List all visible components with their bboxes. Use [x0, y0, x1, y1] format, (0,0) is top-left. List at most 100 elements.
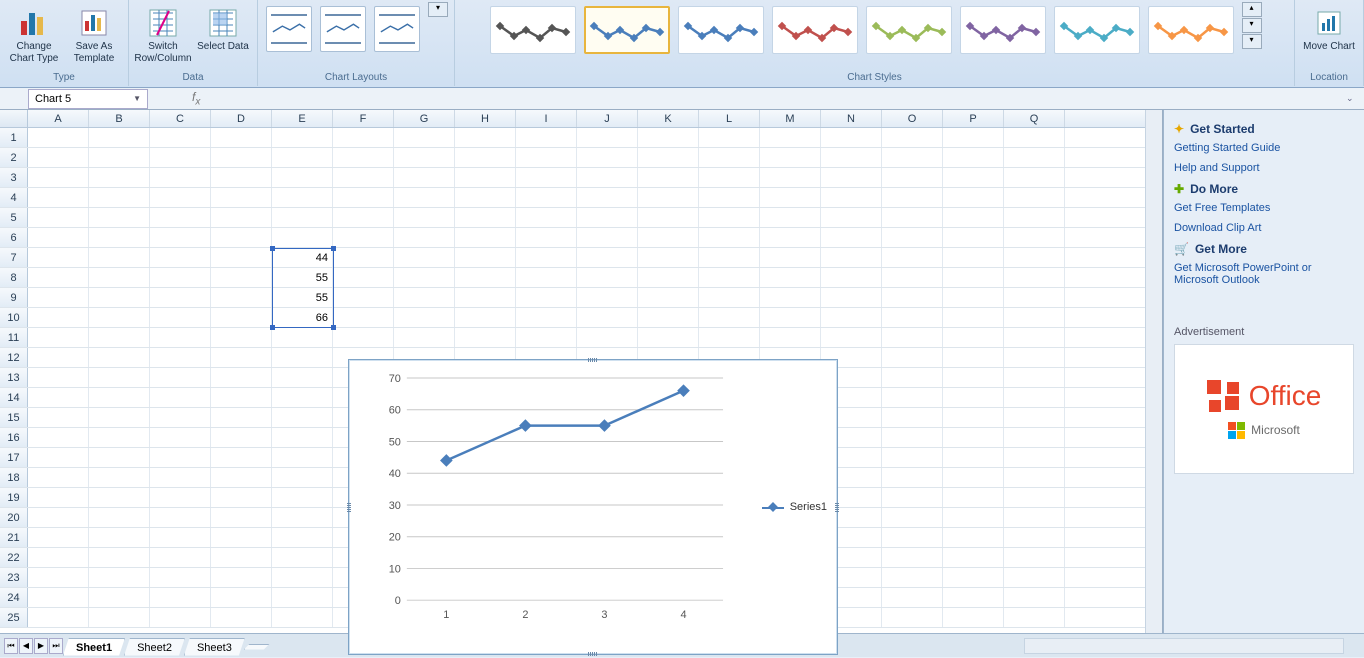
cell[interactable]: [943, 188, 1004, 207]
cell[interactable]: [821, 208, 882, 227]
cell[interactable]: [638, 288, 699, 307]
cell[interactable]: [882, 528, 943, 547]
cell[interactable]: [89, 308, 150, 327]
cell[interactable]: [455, 188, 516, 207]
cell[interactable]: [516, 128, 577, 147]
chart-layout-option[interactable]: [320, 6, 366, 52]
cell[interactable]: [455, 328, 516, 347]
taskpane-link[interactable]: Get Free Templates: [1174, 202, 1354, 214]
cell[interactable]: [394, 308, 455, 327]
styles-scroll-up[interactable]: ▴: [1242, 2, 1262, 17]
cell[interactable]: [333, 268, 394, 287]
cell[interactable]: [943, 348, 1004, 367]
cell[interactable]: [760, 208, 821, 227]
cell[interactable]: [882, 488, 943, 507]
cell[interactable]: [211, 128, 272, 147]
cell[interactable]: [455, 128, 516, 147]
cell[interactable]: [28, 128, 89, 147]
cell[interactable]: [89, 568, 150, 587]
cell[interactable]: [638, 148, 699, 167]
cell[interactable]: [821, 268, 882, 287]
cell[interactable]: [211, 308, 272, 327]
cell[interactable]: [1004, 208, 1065, 227]
cell[interactable]: [211, 368, 272, 387]
cell[interactable]: [516, 208, 577, 227]
sheet-tab[interactable]: Sheet1: [63, 638, 125, 656]
cell[interactable]: [516, 188, 577, 207]
row-header[interactable]: 25: [0, 608, 28, 627]
cell[interactable]: [272, 168, 333, 187]
cell[interactable]: [1004, 348, 1065, 367]
cell[interactable]: [943, 148, 1004, 167]
cell[interactable]: [821, 248, 882, 267]
cell[interactable]: [28, 308, 89, 327]
cell[interactable]: 55: [272, 288, 333, 307]
cell[interactable]: [28, 388, 89, 407]
cell[interactable]: [272, 128, 333, 147]
cell[interactable]: 55: [272, 268, 333, 287]
cell[interactable]: [882, 288, 943, 307]
save-as-template-button[interactable]: Save As Template: [66, 2, 122, 68]
cell[interactable]: [943, 128, 1004, 147]
cell[interactable]: [1004, 448, 1065, 467]
cell[interactable]: [882, 248, 943, 267]
cell[interactable]: [821, 148, 882, 167]
cell[interactable]: [943, 308, 1004, 327]
cell[interactable]: [699, 248, 760, 267]
chart-style-option[interactable]: [584, 6, 670, 54]
cell[interactable]: [943, 368, 1004, 387]
move-chart-button[interactable]: Move Chart: [1301, 2, 1357, 68]
cell[interactable]: [150, 148, 211, 167]
cell[interactable]: [516, 168, 577, 187]
row-header[interactable]: 22: [0, 548, 28, 567]
cell[interactable]: [455, 288, 516, 307]
cell[interactable]: [150, 608, 211, 627]
cell[interactable]: [211, 188, 272, 207]
cell[interactable]: [272, 368, 333, 387]
cell[interactable]: [1004, 408, 1065, 427]
cell[interactable]: [1004, 488, 1065, 507]
cell[interactable]: [516, 148, 577, 167]
cell[interactable]: [882, 348, 943, 367]
cell[interactable]: [882, 188, 943, 207]
cell[interactable]: [89, 588, 150, 607]
cell[interactable]: [89, 268, 150, 287]
cell[interactable]: [1004, 268, 1065, 287]
cell[interactable]: [333, 248, 394, 267]
cell[interactable]: [1004, 228, 1065, 247]
row-header[interactable]: 12: [0, 348, 28, 367]
cell[interactable]: [882, 588, 943, 607]
cell[interactable]: [638, 328, 699, 347]
cell[interactable]: [882, 268, 943, 287]
cell[interactable]: [211, 568, 272, 587]
change-chart-type-button[interactable]: Change Chart Type: [6, 2, 62, 68]
cell[interactable]: [211, 148, 272, 167]
cell[interactable]: [943, 608, 1004, 627]
cell[interactable]: [272, 388, 333, 407]
cell[interactable]: [699, 268, 760, 287]
cell[interactable]: [89, 388, 150, 407]
chart-layout-option[interactable]: [266, 6, 312, 52]
cell[interactable]: [272, 468, 333, 487]
cell[interactable]: [28, 568, 89, 587]
row-header[interactable]: 3: [0, 168, 28, 187]
column-header[interactable]: D: [211, 110, 272, 127]
cell[interactable]: [211, 528, 272, 547]
cell[interactable]: [821, 128, 882, 147]
cell[interactable]: [1004, 288, 1065, 307]
column-header[interactable]: Q: [1004, 110, 1065, 127]
cell[interactable]: [89, 508, 150, 527]
cell[interactable]: [211, 448, 272, 467]
cell[interactable]: [28, 148, 89, 167]
cell[interactable]: [28, 368, 89, 387]
cell[interactable]: [943, 408, 1004, 427]
cell[interactable]: [821, 228, 882, 247]
cell[interactable]: [28, 468, 89, 487]
cell[interactable]: [333, 148, 394, 167]
chart-style-option[interactable]: [960, 6, 1046, 54]
cell[interactable]: [150, 308, 211, 327]
cell[interactable]: [150, 368, 211, 387]
cell[interactable]: [1004, 468, 1065, 487]
worksheet[interactable]: ABCDEFGHIJKLMNOPQ 1234567448559551066111…: [0, 110, 1163, 633]
cell[interactable]: [28, 288, 89, 307]
